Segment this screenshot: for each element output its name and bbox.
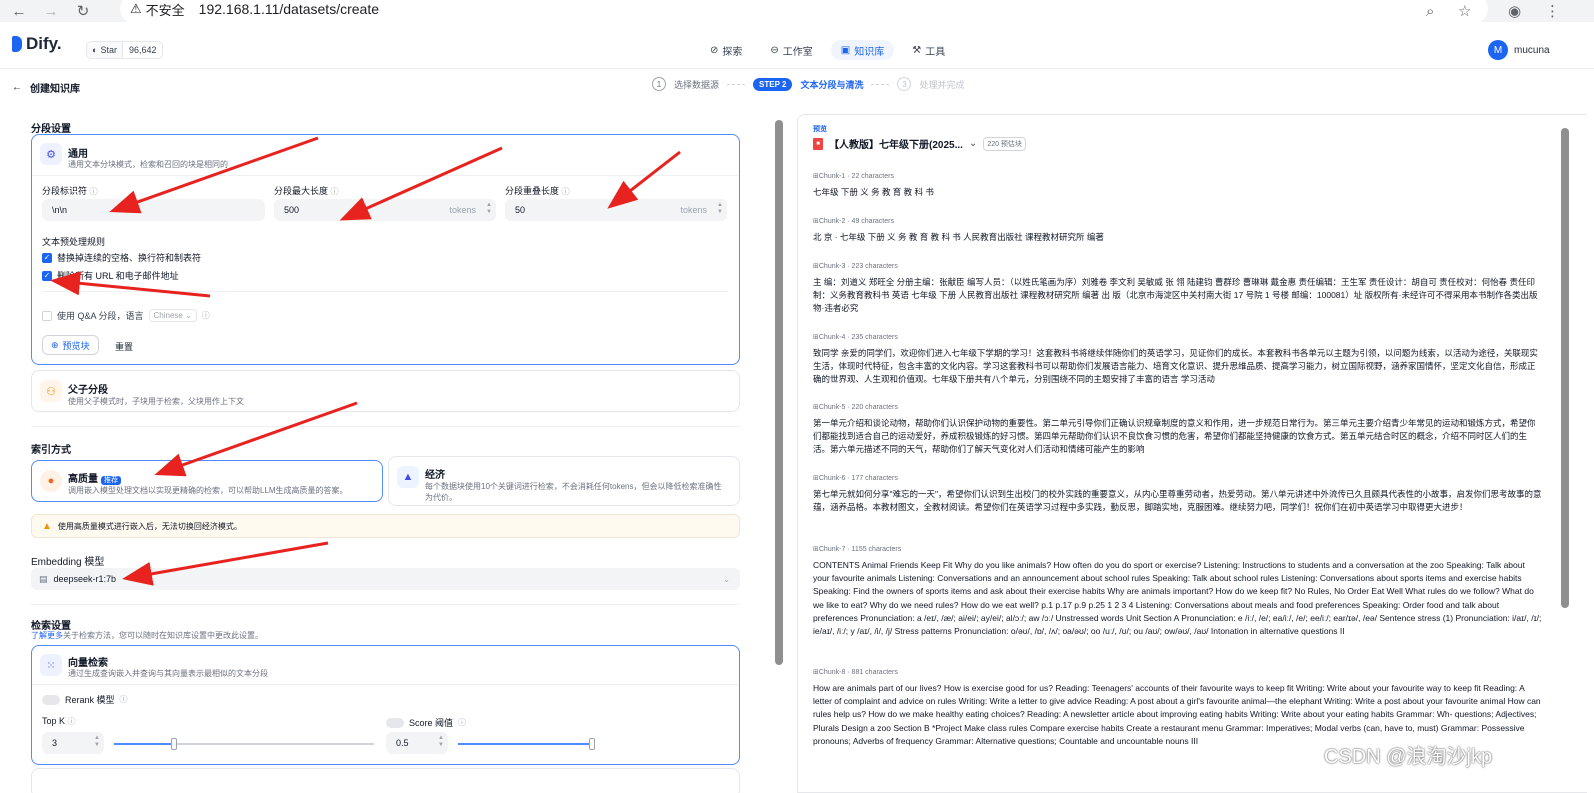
annotation-arrow: [122, 541, 329, 586]
annotation-arrow: [339, 146, 503, 221]
annotation-arrow: [607, 150, 681, 209]
watermark: CSDN @浪淘沙jkp: [1324, 746, 1493, 768]
annotation-arrow: [109, 136, 319, 214]
annotation-arrows: [50, 136, 681, 586]
annotation-arrow: [154, 401, 358, 477]
annotation-arrow: [50, 271, 211, 298]
